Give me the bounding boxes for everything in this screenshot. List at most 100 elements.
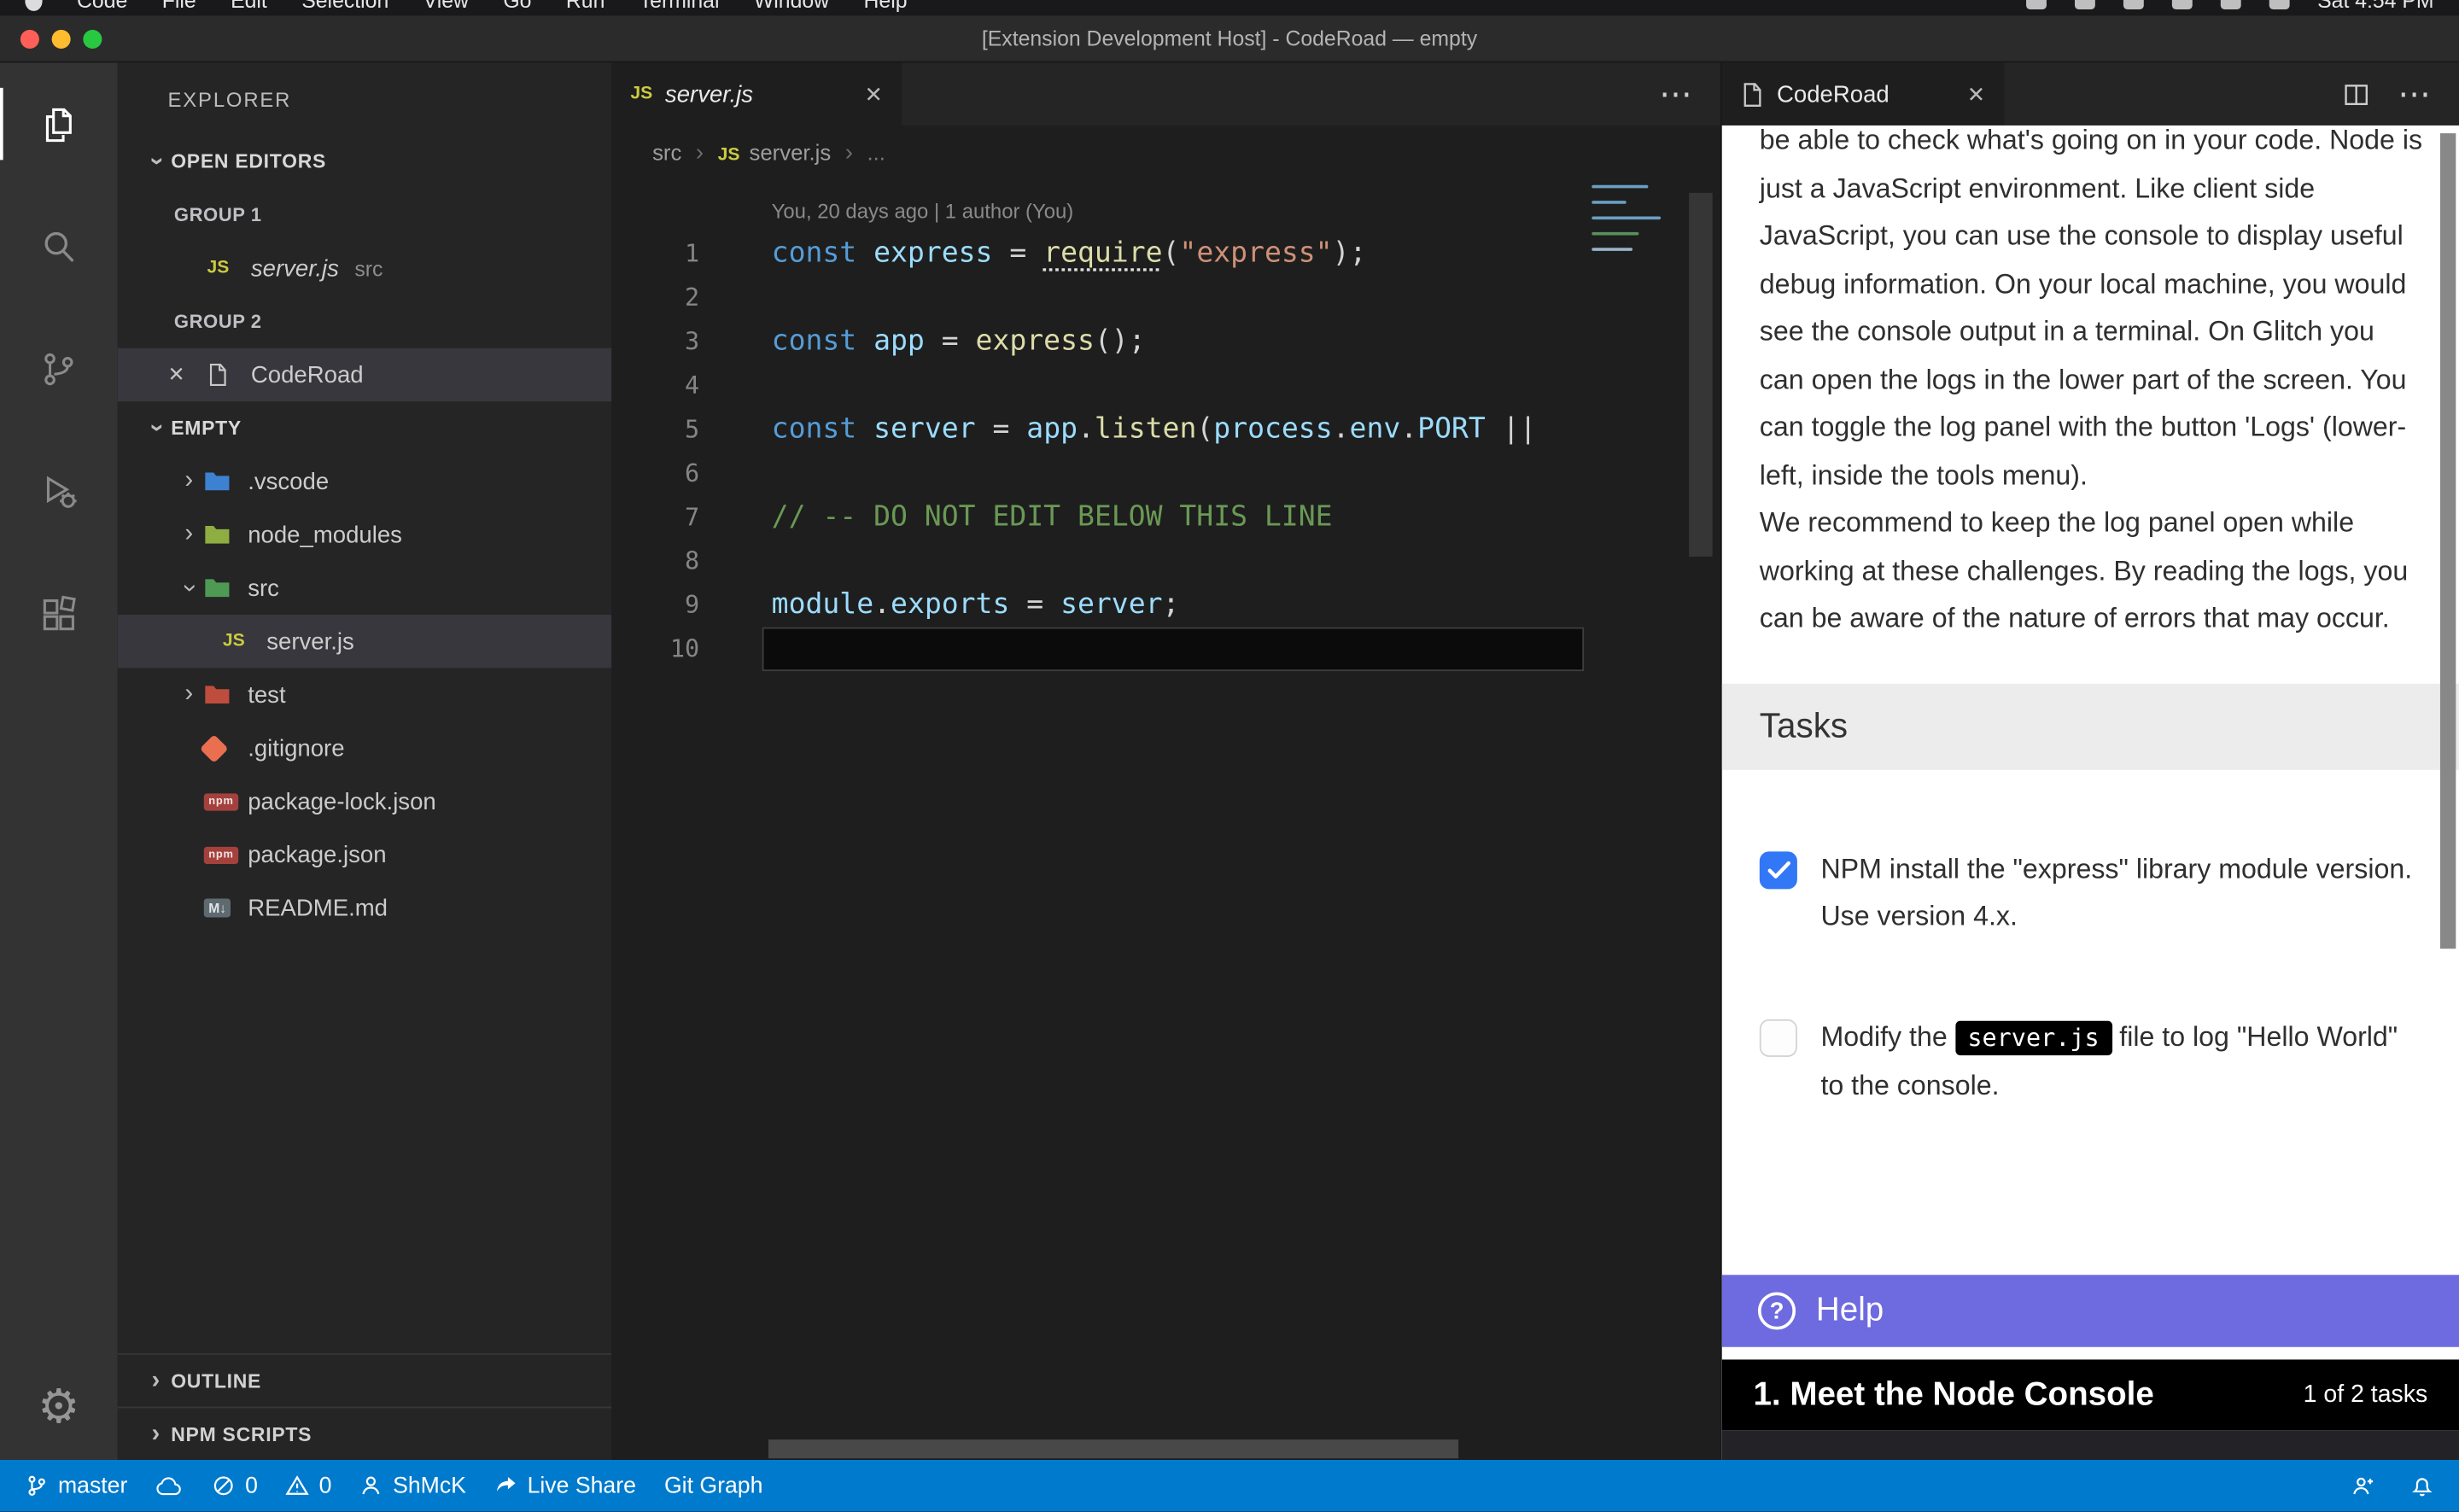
status-bell[interactable] xyxy=(2410,1474,2434,1498)
tab-coderoad[interactable]: CodeRoad ✕ xyxy=(1722,62,2005,125)
code-line[interactable]: 6 xyxy=(611,452,1720,495)
close-window-button[interactable] xyxy=(20,30,39,49)
breadcrumb-item[interactable]: src xyxy=(652,139,681,164)
open-editor-item-coderoad[interactable]: ✕ CodeRoad xyxy=(118,348,612,401)
panel-more-actions-icon[interactable]: ⋯ xyxy=(2398,74,2431,114)
file-icon xyxy=(1741,81,1765,108)
tree-item-gitignore[interactable]: .gitignore xyxy=(118,721,612,774)
menu-view[interactable]: View xyxy=(423,0,469,13)
code-editor[interactable]: You, 20 days ago | 1 author (You) 1const… xyxy=(611,178,1720,1460)
close-editor-icon[interactable]: ✕ xyxy=(168,362,207,387)
menubar-status-icon[interactable] xyxy=(2220,0,2240,9)
sidebar-section-npm-scripts[interactable]: ›NPM SCRIPTS xyxy=(118,1407,612,1460)
panel-scrollbar[interactable] xyxy=(2440,133,2456,949)
activity-explorer-button[interactable] xyxy=(0,62,118,184)
close-tab-icon[interactable]: ✕ xyxy=(845,81,883,108)
menu-go[interactable]: Go xyxy=(503,0,531,13)
status-0[interactable]: 0 xyxy=(286,1474,331,1498)
workspace-folder-header[interactable]: › EMPTY xyxy=(118,401,612,454)
status-0[interactable]: 0 xyxy=(213,1474,258,1498)
activity-extensions-button[interactable] xyxy=(0,552,118,674)
tutorial-paragraph: We recommend to keep the log panel open … xyxy=(1760,499,2423,642)
tree-item-server-js[interactable]: JSserver.js xyxy=(118,615,612,668)
minimize-window-button[interactable] xyxy=(52,30,71,49)
status-live-share[interactable]: Live Share xyxy=(494,1474,636,1498)
activity-bar: ⚙ xyxy=(0,62,118,1460)
code-line[interactable]: 2 xyxy=(611,276,1720,319)
menu-help[interactable]: Help xyxy=(863,0,907,13)
menubar-status-icon[interactable] xyxy=(2026,0,2047,9)
status-master[interactable]: master xyxy=(25,1474,127,1498)
menu-selection[interactable]: Selection xyxy=(301,0,388,13)
status-git-graph[interactable]: Git Graph xyxy=(664,1474,762,1498)
tree-item-readme-md[interactable]: M↓README.md xyxy=(118,881,612,934)
tab-server-js[interactable]: JS server.js ✕ xyxy=(611,62,902,125)
menu-terminal[interactable]: Terminal xyxy=(640,0,720,13)
breadcrumb[interactable]: src›JSserver.js›... xyxy=(611,126,1720,178)
coderoad-tab-bar: CodeRoad ✕ ⋯ xyxy=(1722,62,2459,125)
menu-run[interactable]: Run xyxy=(566,0,605,13)
code-line[interactable]: 8 xyxy=(611,540,1720,583)
code-line[interactable]: 1const express = require("express"); xyxy=(611,232,1720,276)
source-control-icon xyxy=(38,347,80,390)
tree-item-test[interactable]: ›test xyxy=(118,668,612,721)
breadcrumb-item[interactable]: ... xyxy=(867,139,885,164)
status-cloud[interactable] xyxy=(155,1474,184,1497)
activity-search-button[interactable] xyxy=(0,185,118,307)
task-checkbox-unchecked[interactable] xyxy=(1760,1019,1797,1056)
breadcrumb-item[interactable]: JSserver.js xyxy=(718,139,832,164)
task-checkbox-checked[interactable] xyxy=(1760,850,1797,888)
split-editor-icon[interactable] xyxy=(2343,81,2369,108)
apple-menu-icon[interactable] xyxy=(25,0,42,11)
menubar-clock[interactable]: Sat 4:54 PM xyxy=(2317,0,2433,13)
lesson-bar[interactable]: 1. Meet the Node Console 1 of 2 tasks xyxy=(1722,1359,2459,1430)
tree-item-package-json[interactable]: npmpackage.json xyxy=(118,828,612,881)
editor-more-actions-icon[interactable]: ⋯ xyxy=(1659,74,1692,114)
menu-window[interactable]: Window xyxy=(754,0,829,13)
chevron-down-icon: › xyxy=(142,147,170,177)
open-editor-label: server.js xyxy=(251,254,339,281)
tree-item-vscode[interactable]: ›.vscode xyxy=(118,455,612,508)
menubar-status-icon[interactable] xyxy=(2123,0,2143,9)
current-line-highlight xyxy=(762,628,1584,671)
activity-run-debug-button[interactable] xyxy=(0,429,118,552)
activity-source-control-button[interactable] xyxy=(0,307,118,429)
status-feedback[interactable] xyxy=(2351,1474,2375,1498)
menubar-status-icon[interactable] xyxy=(2269,0,2289,9)
menubar-status-icon[interactable] xyxy=(2171,0,2192,9)
codelens-annotation[interactable]: You, 20 days ago | 1 author (You) xyxy=(611,191,1720,232)
settings-gear-button[interactable]: ⚙ xyxy=(0,1353,118,1460)
line-number: 3 xyxy=(611,320,699,364)
editor-horizontal-scrollbar[interactable] xyxy=(768,1439,1458,1458)
menubar-status-icon[interactable] xyxy=(2074,0,2094,9)
chevron-down-icon: › xyxy=(142,413,170,443)
open-editors-group-label: GROUP 2 xyxy=(118,295,612,347)
menu-edit[interactable]: Edit xyxy=(231,0,267,13)
task-item: NPM install the "express" library module… xyxy=(1760,844,2421,940)
code-line[interactable]: 4 xyxy=(611,364,1720,407)
code-line[interactable]: 7// -- DO NOT EDIT BELOW THIS LINE xyxy=(611,495,1720,539)
editor-vertical-scrollbar[interactable] xyxy=(1689,193,1713,557)
zoom-window-button[interactable] xyxy=(83,30,102,49)
close-tab-icon[interactable]: ✕ xyxy=(1948,81,1986,108)
code-line[interactable]: 9module.exports = server; xyxy=(611,583,1720,627)
open-editors-header[interactable]: › OPEN EDITORS xyxy=(118,135,612,188)
open-editor-label: CodeRoad xyxy=(251,361,364,388)
window-titlebar[interactable]: [Extension Development Host] - CodeRoad … xyxy=(0,15,2459,62)
breadcrumb-separator: › xyxy=(845,139,853,166)
tree-item-src[interactable]: ›src xyxy=(118,562,612,615)
code-line[interactable]: 3const app = express(); xyxy=(611,320,1720,364)
tree-item-label: package-lock.json xyxy=(248,788,436,814)
help-bar[interactable]: ? Help xyxy=(1722,1275,2459,1346)
open-editor-item-server-js[interactable]: JSserver.jssrc xyxy=(118,242,612,295)
menu-code[interactable]: Code xyxy=(77,0,127,13)
code-line[interactable]: 10 xyxy=(611,628,1720,671)
test-folder-icon xyxy=(204,684,231,706)
tree-item-package-lock-json[interactable]: npmpackage-lock.json xyxy=(118,774,612,827)
menu-file[interactable]: File xyxy=(162,0,196,13)
tree-item-node-modules[interactable]: ›node_modules xyxy=(118,508,612,561)
status-shmck[interactable]: ShMcK xyxy=(360,1474,466,1498)
minimap[interactable] xyxy=(1592,185,1667,264)
sidebar-section-outline[interactable]: ›OUTLINE xyxy=(118,1353,612,1406)
code-line[interactable]: 5const server = app.listen(process.env.P… xyxy=(611,408,1720,452)
